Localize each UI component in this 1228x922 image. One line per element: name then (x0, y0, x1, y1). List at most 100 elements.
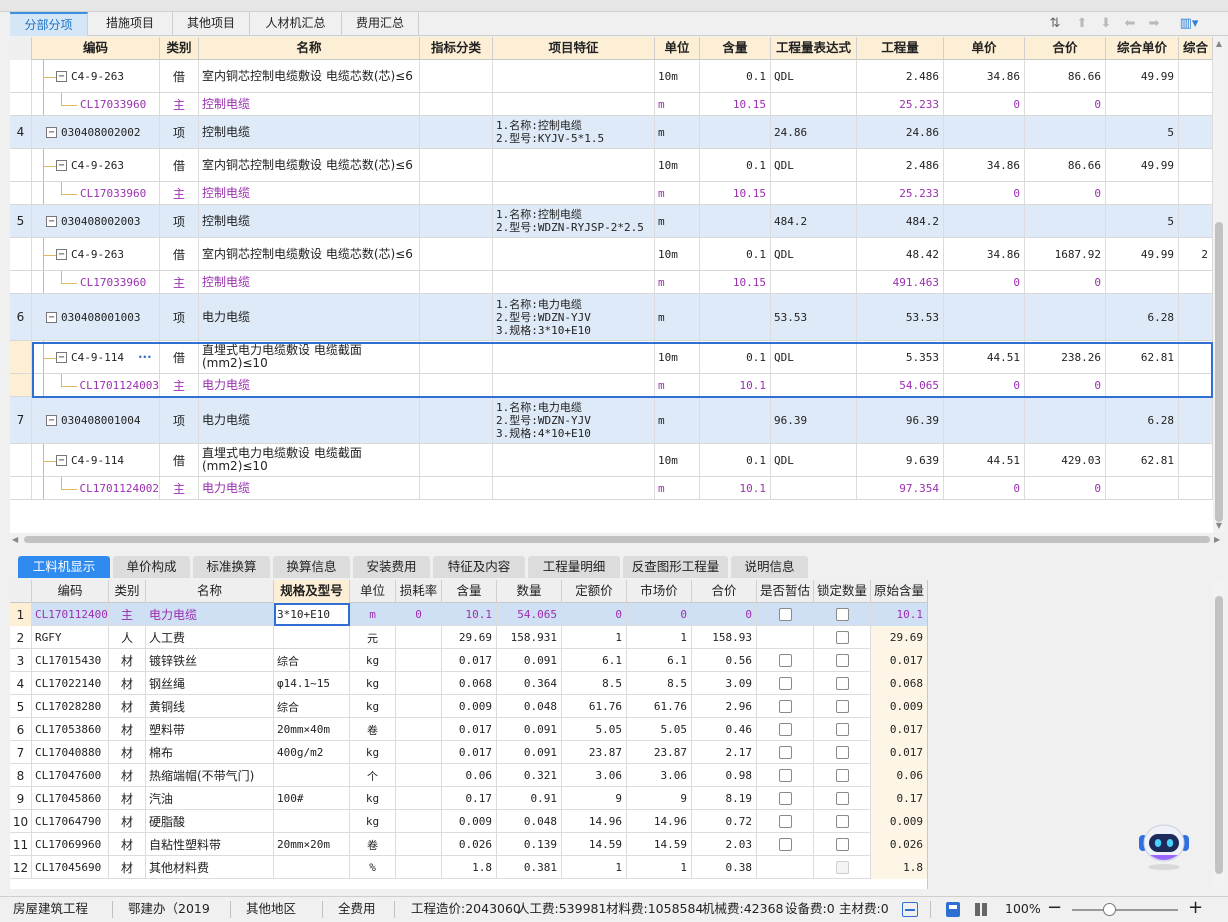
cell-content[interactable]: 0.1 (700, 238, 771, 270)
mcell-est[interactable] (757, 856, 814, 879)
cell-content[interactable]: 10.15 (700, 182, 771, 204)
mcell-code[interactable]: CL17028280 (32, 695, 109, 718)
cell-content[interactable]: 0.1 (700, 444, 771, 476)
cell-expr[interactable] (771, 93, 857, 115)
tab-conv-info[interactable]: 换算信息 (273, 556, 350, 578)
cell-type[interactable]: 项 (160, 205, 199, 237)
mcell-qty[interactable]: 0.091 (497, 718, 562, 741)
mcol-name[interactable]: 名称 (146, 580, 274, 603)
cell-comp[interactable] (1106, 374, 1179, 396)
material-row[interactable]: 10 CL17064790 材硬脂酸 kg 0.009 0.048 14.96 14.96 0.… (10, 810, 927, 833)
cell-comp[interactable]: 6.28 (1106, 397, 1179, 443)
cell-qty[interactable]: 48.42 (857, 238, 944, 270)
mcell-spec[interactable] (274, 764, 350, 787)
mcell-code[interactable]: CL17045690 (32, 856, 109, 879)
cell-comp2[interactable] (1179, 116, 1213, 148)
mcell-total[interactable]: 8.19 (692, 787, 757, 810)
cell-expr[interactable]: 96.39 (771, 397, 857, 443)
mcell-qty[interactable]: 158.931 (497, 626, 562, 649)
cell-feature[interactable] (493, 182, 655, 204)
view-toggle-icon[interactable] (902, 902, 918, 917)
cell-name[interactable]: 室内铜芯控制电缆敷设 电缆芯数(芯)≤6 (199, 238, 420, 270)
mcell-total[interactable]: 0.38 (692, 856, 757, 879)
mcell-total[interactable]: 158.93 (692, 626, 757, 649)
cell-type[interactable]: 主 (160, 374, 199, 396)
cell-index[interactable] (420, 60, 493, 92)
cell-comp2[interactable] (1179, 205, 1213, 237)
cell-expr[interactable]: QDL (771, 60, 857, 92)
mcell-content[interactable]: 1.8 (442, 856, 497, 879)
scroll-left-icon[interactable]: ◀ (12, 534, 22, 545)
mcell-unit[interactable]: % (350, 856, 396, 879)
cell-index[interactable] (420, 477, 493, 499)
mcell-code[interactable]: CL17022140 (32, 672, 109, 695)
mcell-code[interactable]: CL1701124003 (32, 603, 109, 626)
mcol-type[interactable]: 类别 (109, 580, 146, 603)
cell-feature[interactable] (493, 341, 655, 373)
mcell-unit[interactable]: m (350, 603, 396, 626)
col-feature[interactable]: 项目特征 (493, 37, 655, 60)
estimate-checkbox[interactable] (778, 608, 792, 621)
material-row[interactable]: 6 CL17053860 材塑料带 20mm×40m 卷 0.017 0.091 5.05 5.… (10, 718, 927, 741)
mcell-qty[interactable]: 0.091 (497, 649, 562, 672)
collapse-toggle-icon[interactable]: − (56, 159, 67, 171)
tab-qita[interactable]: 其他项目 (173, 12, 250, 36)
cell-qty[interactable]: 491.463 (857, 271, 944, 293)
move-down-icon[interactable]: ⬇ (1097, 15, 1115, 33)
cell-total[interactable]: 0 (1025, 271, 1106, 293)
tab-fenbu[interactable]: 分部分项 (10, 12, 88, 36)
cell-type[interactable]: 项 (160, 294, 199, 340)
cell-expr[interactable] (771, 182, 857, 204)
cell-feature[interactable]: 1.名称:电力电缆 2.型号:WDZN-YJV 3.规格:4*10+E10 (493, 397, 655, 443)
cell-unit[interactable]: m (655, 374, 700, 396)
tab-features[interactable]: 特征及内容 (433, 556, 525, 578)
cell-price[interactable]: 0 (944, 477, 1025, 499)
cell-qty[interactable]: 53.53 (857, 294, 944, 340)
tab-install-fee[interactable]: 安装费用 (353, 556, 430, 578)
mcell-loss[interactable] (396, 856, 442, 879)
mcell-lock[interactable] (814, 649, 871, 672)
cell-expr[interactable] (771, 374, 857, 396)
mcell-est[interactable] (757, 718, 814, 741)
bill-item-row[interactable]: 6−030408001003 项电力电缆 1.名称:电力电缆 2.型号:WDZN-YJ… (10, 294, 1213, 341)
cell-type[interactable]: 主 (160, 477, 199, 499)
mcell-lock[interactable] (814, 764, 871, 787)
cell-code[interactable]: CL17033960 (32, 182, 160, 204)
mcell-quota[interactable]: 23.87 (562, 741, 627, 764)
mcell-loss[interactable] (396, 741, 442, 764)
cell-qty[interactable]: 97.354 (857, 477, 944, 499)
mcell-name[interactable]: 汽油 (146, 787, 274, 810)
mcell-market[interactable]: 61.76 (627, 695, 692, 718)
mcell-total[interactable]: 3.09 (692, 672, 757, 695)
cell-total[interactable]: 429.03 (1025, 444, 1106, 476)
lock-qty-checkbox[interactable] (835, 723, 849, 736)
col-comp-price[interactable]: 综合单价 (1106, 37, 1179, 60)
lock-qty-checkbox[interactable] (835, 608, 849, 621)
estimate-checkbox[interactable] (778, 746, 792, 759)
cell-expr[interactable]: QDL (771, 149, 857, 181)
mcell-lock[interactable] (814, 856, 871, 879)
material-row[interactable]: 1 CL1701124003 主电力电缆 3*10+E10 m 0 10.1 54.065 0 0… (10, 603, 927, 626)
cell-comp2[interactable] (1179, 477, 1213, 499)
cell-comp[interactable]: 49.99 (1106, 60, 1179, 92)
cell-comp[interactable] (1106, 477, 1179, 499)
lock-qty-checkbox[interactable] (835, 677, 849, 690)
column-settings-icon[interactable]: ▥▾ (1176, 15, 1202, 33)
collapse-toggle-icon[interactable]: − (56, 454, 67, 466)
cell-content[interactable] (700, 294, 771, 340)
cell-unit[interactable]: m (655, 182, 700, 204)
cell-type[interactable]: 借 (160, 149, 199, 181)
mcell-type[interactable]: 材 (109, 718, 146, 741)
mcell-orig[interactable]: 0.017 (871, 649, 927, 672)
estimate-checkbox[interactable] (778, 700, 792, 713)
cell-expr[interactable]: 24.86 (771, 116, 857, 148)
mcell-quota[interactable]: 3.06 (562, 764, 627, 787)
cell-index[interactable] (420, 116, 493, 148)
cell-comp2[interactable] (1179, 444, 1213, 476)
cell-qty[interactable]: 96.39 (857, 397, 944, 443)
mcell-market[interactable]: 9 (627, 787, 692, 810)
cell-total[interactable]: 86.66 (1025, 149, 1106, 181)
mcell-est[interactable] (757, 672, 814, 695)
material-row[interactable]: 12 CL17045690 材其他材料费% 1.8 0.381 1 1 0.38 1.8 (10, 856, 927, 879)
mcell-quota[interactable]: 1 (562, 856, 627, 879)
